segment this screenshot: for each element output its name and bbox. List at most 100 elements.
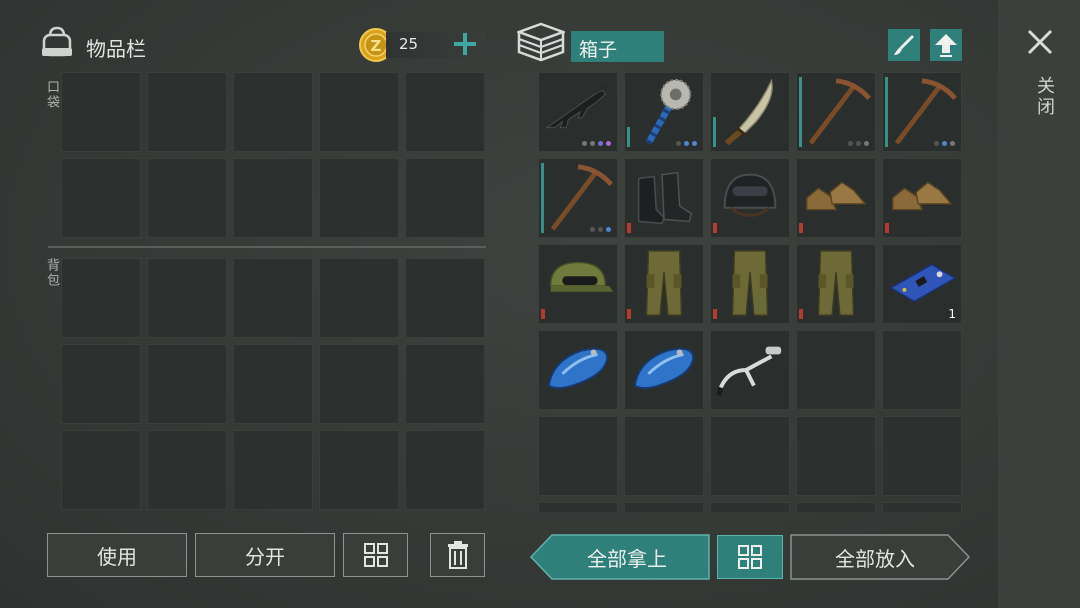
container-slot-mace[interactable] — [624, 72, 704, 152]
trash-button[interactable] — [430, 533, 485, 577]
container-slot-empty[interactable] — [796, 416, 876, 496]
assault-rifle-icon — [545, 83, 610, 129]
pocket-slot[interactable] — [405, 72, 485, 152]
pocket-slot[interactable] — [147, 158, 227, 238]
backpack-slot[interactable] — [405, 430, 485, 510]
pocket-slot[interactable] — [319, 72, 399, 152]
use-button[interactable]: 使用 — [47, 533, 187, 577]
container-slot-handlebar[interactable] — [710, 330, 790, 410]
pickaxe-icon — [894, 78, 957, 145]
container-slot-pants[interactable] — [624, 244, 704, 324]
backpack-slot[interactable] — [233, 430, 313, 510]
container-slot-empty[interactable] — [710, 416, 790, 496]
backpack-slot[interactable] — [61, 344, 141, 424]
rarity-dots — [848, 141, 869, 146]
container-slot-empty[interactable] — [538, 416, 618, 496]
close-icon — [1027, 29, 1053, 55]
container-slot-empty[interactable] — [882, 416, 962, 496]
arrow-up-icon — [935, 34, 957, 57]
container-slot-pants[interactable] — [796, 244, 876, 324]
container-slot-empty[interactable] — [624, 502, 704, 512]
backpack-slot[interactable] — [405, 258, 485, 338]
container-grid: 1 — [538, 72, 962, 512]
brush-icon — [894, 35, 914, 55]
container-slot-cap[interactable] — [538, 244, 618, 324]
pickaxe-icon — [550, 164, 613, 231]
pocket-slot[interactable] — [319, 158, 399, 238]
container-slot-pickaxe[interactable] — [796, 72, 876, 152]
container-slot-pants[interactable] — [710, 244, 790, 324]
leather-shoes-icon — [892, 181, 953, 211]
container-slot-fuel-tank[interactable] — [538, 330, 618, 410]
pocket-slot[interactable] — [61, 158, 141, 238]
backpack-slot[interactable] — [405, 344, 485, 424]
split-button[interactable]: 分开 — [195, 533, 335, 577]
container-slot-shoes[interactable] — [796, 158, 876, 238]
backpack-slot[interactable] — [61, 430, 141, 510]
backpack-grid — [61, 258, 485, 510]
pocket-slot[interactable] — [405, 158, 485, 238]
backpack-label: 背包 — [44, 258, 59, 288]
grid-sort-icon — [363, 543, 388, 567]
pocket-slot[interactable] — [61, 72, 141, 152]
svg-text:Z: Z — [371, 37, 382, 55]
camo-pants-icon — [645, 250, 683, 316]
container-slot-pickaxe[interactable] — [882, 72, 962, 152]
take-all-button[interactable]: 全部拿上 — [530, 534, 710, 580]
container-slot-machete[interactable] — [710, 72, 790, 152]
put-all-button[interactable]: 全部放入 — [790, 534, 970, 580]
leather-shoes-icon — [806, 181, 867, 211]
container-slot-empty[interactable] — [882, 502, 962, 512]
container-slot-empty[interactable] — [796, 502, 876, 512]
add-coins-button[interactable] — [452, 31, 478, 57]
container-slot-pickaxe[interactable] — [538, 158, 618, 238]
container-slot-empty[interactable] — [538, 502, 618, 512]
backpack-slot[interactable] — [319, 430, 399, 510]
container-slot-fuel-tank[interactable] — [624, 330, 704, 410]
backpack-slot[interactable] — [61, 258, 141, 338]
pocket-slot[interactable] — [147, 72, 227, 152]
rarity-dots — [590, 227, 611, 232]
container-slot-rifle[interactable] — [538, 72, 618, 152]
container-slot-boots[interactable] — [624, 158, 704, 238]
pocket-slot[interactable] — [233, 72, 313, 152]
camo-cap-icon — [549, 261, 614, 292]
close-button[interactable] — [1026, 28, 1054, 56]
machete-icon — [724, 78, 773, 146]
backpack-slot[interactable] — [319, 344, 399, 424]
sort-button[interactable] — [343, 533, 408, 577]
container-slot-empty[interactable] — [624, 416, 704, 496]
backpack-slot[interactable] — [147, 258, 227, 338]
rarity-dots — [582, 141, 611, 146]
sawblade-mace-icon — [645, 78, 692, 145]
container-name-field[interactable]: 箱子 — [571, 31, 664, 62]
container-slot-shoes[interactable] — [882, 158, 962, 238]
backpack-slot[interactable] — [319, 258, 399, 338]
rarity-dots — [934, 141, 955, 146]
container-title: 箱子 — [579, 39, 618, 61]
backpack-slot[interactable] — [147, 430, 227, 510]
rarity-dots — [676, 141, 697, 146]
pocket-grid — [61, 72, 485, 238]
backpack-slot[interactable] — [233, 344, 313, 424]
handlebar-icon — [716, 346, 782, 396]
fuel-tank-icon — [547, 347, 609, 390]
close-label: 关闭 — [1034, 76, 1055, 118]
backpack-slot[interactable] — [147, 344, 227, 424]
camo-pants-icon — [817, 250, 855, 316]
container-slot-empty[interactable] — [882, 330, 962, 410]
pickaxe-icon — [808, 78, 871, 145]
combat-helmet-icon — [723, 173, 777, 218]
backpack-slot[interactable] — [233, 258, 313, 338]
put-all-label: 全部放入 — [835, 546, 915, 571]
container-sort-button[interactable] — [717, 535, 783, 579]
combat-boots-icon — [637, 171, 693, 225]
container-slot-circuit[interactable]: 1 — [882, 244, 962, 324]
container-slot-empty[interactable] — [796, 330, 876, 410]
upgrade-button[interactable] — [930, 29, 962, 61]
fuel-tank-icon — [633, 347, 695, 390]
pocket-slot[interactable] — [233, 158, 313, 238]
container-slot-empty[interactable] — [710, 502, 790, 512]
container-slot-helmet[interactable] — [710, 158, 790, 238]
paint-button[interactable] — [888, 29, 920, 61]
